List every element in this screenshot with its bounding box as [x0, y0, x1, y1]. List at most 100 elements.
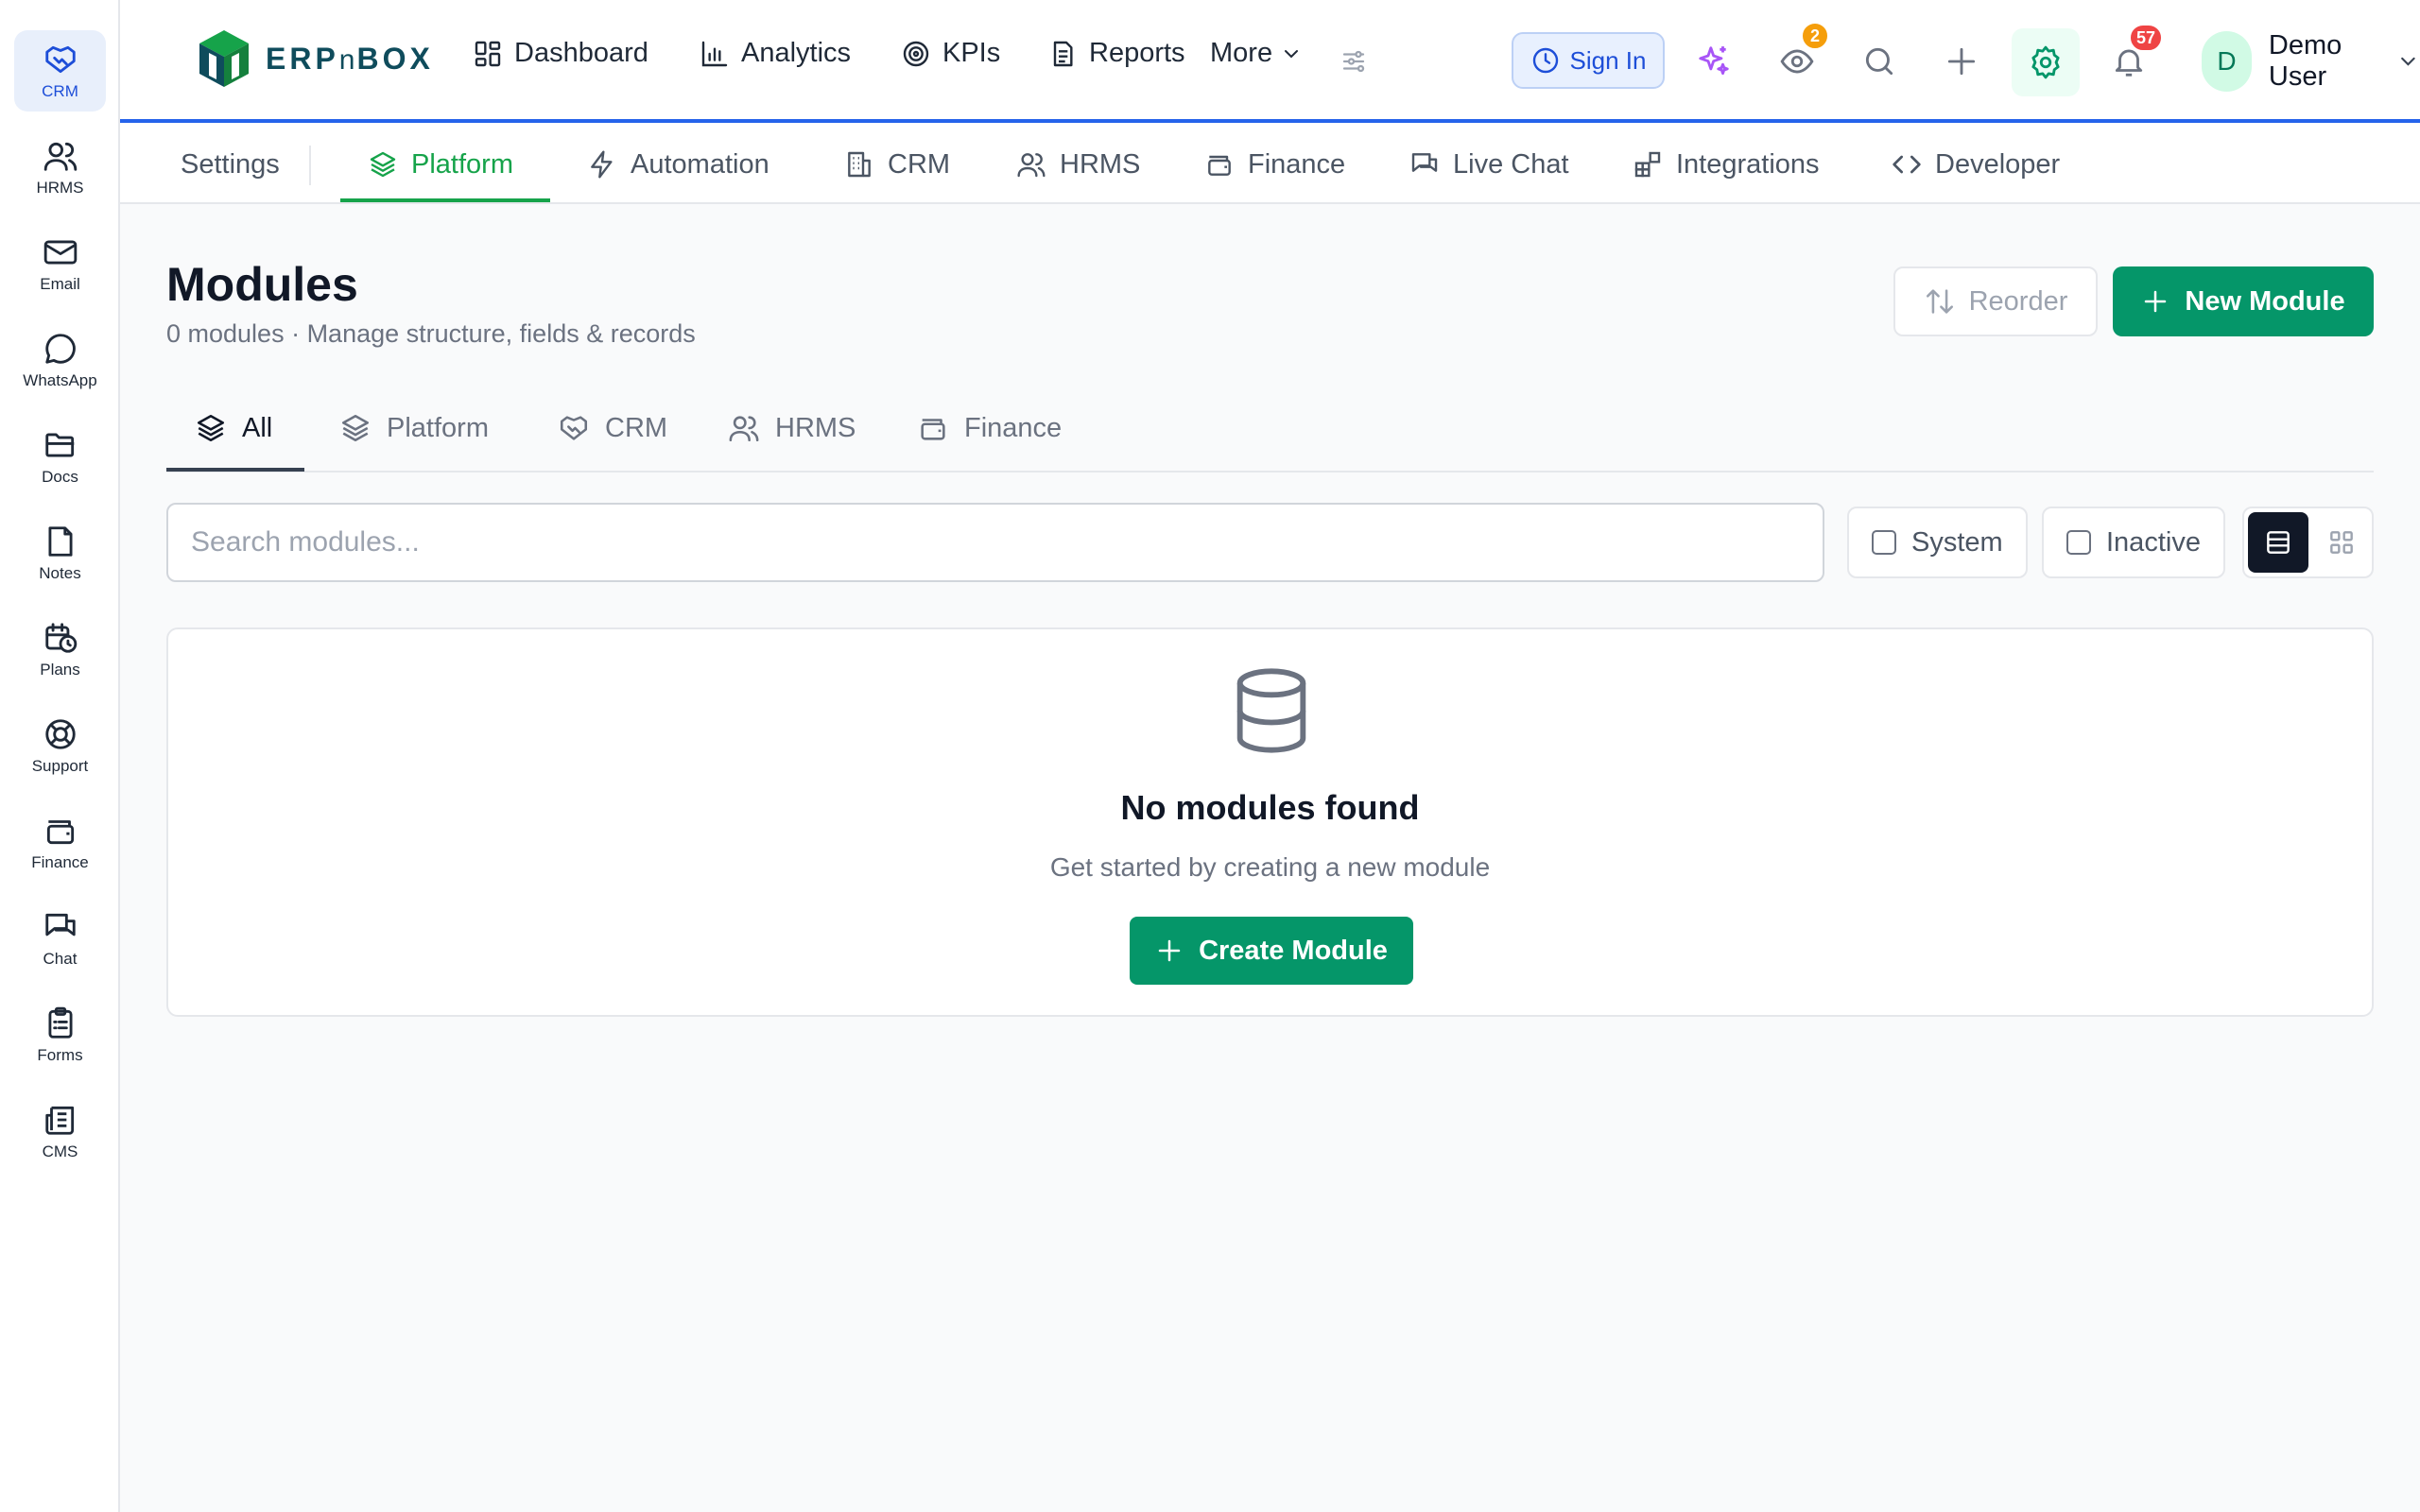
tab-settings-label: Settings — [181, 148, 280, 180]
newspaper-icon — [44, 1106, 74, 1135]
new-module-label: New Module — [2185, 285, 2345, 317]
tab-finance[interactable]: Finance — [1204, 146, 1345, 183]
rail-item-whatsapp[interactable]: WhatsApp — [14, 319, 106, 401]
wallet-icon — [46, 819, 74, 844]
watchers-button[interactable]: 2 — [1768, 21, 1830, 91]
plus-icon — [2145, 290, 2167, 313]
notification-count-badge: 57 — [2128, 23, 2165, 53]
nav-dashboard[interactable]: Dashboard — [473, 38, 648, 69]
lifebuoy-icon — [44, 718, 76, 749]
users-icon — [1017, 153, 1046, 178]
rail-label: HRMS — [36, 178, 84, 197]
nav-reports[interactable]: Reports — [1047, 38, 1185, 69]
category-tab-hrms[interactable]: HRMS — [728, 412, 856, 444]
customize-nav-button[interactable] — [1324, 32, 1383, 91]
layers-icon — [370, 151, 396, 178]
category-tab-all[interactable]: All — [195, 412, 272, 444]
tab-platform[interactable]: Platform — [368, 146, 513, 183]
view-mode-toggle — [2242, 507, 2374, 578]
list-view-button[interactable] — [2248, 512, 2308, 573]
category-tab-crm[interactable]: CRM — [558, 412, 667, 444]
rail-item-support[interactable]: Support — [14, 705, 106, 786]
mail-icon — [43, 239, 77, 265]
system-filter-checkbox[interactable]: System — [1847, 507, 2028, 578]
nav-analytics-label: Analytics — [741, 38, 852, 68]
grid-icon — [475, 41, 501, 66]
logo[interactable]: ERPnBOX — [196, 28, 434, 89]
notifications-button[interactable]: 57 — [2100, 23, 2165, 91]
database-icon — [1236, 668, 1306, 753]
lightning-icon — [591, 150, 613, 179]
tab-automation[interactable]: Automation — [587, 146, 769, 183]
rail-item-chat[interactable]: Chat — [14, 898, 106, 979]
page-title: Modules — [166, 258, 358, 311]
logo-mark-icon — [199, 30, 249, 87]
rail-item-plans[interactable]: Plans — [14, 609, 106, 690]
settings-tabs: Settings Platform Automation CRM HRMS Fi… — [120, 123, 2420, 204]
tab-developer[interactable]: Developer — [1892, 146, 2060, 183]
quick-add-button[interactable] — [1932, 32, 1991, 91]
chat-bubble-icon — [44, 333, 76, 364]
search-input[interactable] — [166, 503, 1824, 582]
rail-item-forms[interactable]: Forms — [14, 994, 106, 1075]
new-module-button[interactable]: New Module — [2113, 266, 2374, 336]
tab-hrms-label: HRMS — [1060, 148, 1141, 180]
category-tabs: All Platform CRM HRMS Finance — [166, 397, 2374, 472]
tab-crm-label: CRM — [888, 148, 951, 180]
category-tab-platform[interactable]: Platform — [339, 412, 489, 444]
users-icon — [729, 416, 759, 442]
category-tab-hrms-label: HRMS — [775, 412, 856, 443]
ai-assistant-button[interactable] — [1685, 32, 1743, 91]
note-icon — [47, 525, 73, 557]
rail-label: Notes — [39, 563, 81, 582]
calendar-clock-icon — [44, 622, 77, 653]
tab-settings[interactable]: Settings — [181, 146, 280, 183]
sign-in-button[interactable]: Sign In — [1512, 32, 1665, 89]
nav-dashboard-label: Dashboard — [514, 38, 648, 68]
plus-icon — [1947, 47, 1976, 76]
reorder-button[interactable]: Reorder — [1893, 266, 2098, 336]
settings-button[interactable] — [2012, 28, 2080, 96]
checkbox-box[interactable] — [1872, 530, 1896, 555]
grid-view-icon — [2330, 531, 2353, 554]
nav-analytics[interactable]: Analytics — [700, 38, 851, 69]
rail-item-email[interactable]: Email — [14, 223, 106, 304]
rail-label: WhatsApp — [23, 370, 97, 389]
rail-item-crm[interactable]: CRM — [14, 30, 106, 112]
category-tab-finance[interactable]: Finance — [917, 412, 1062, 444]
plus-icon — [1158, 939, 1181, 962]
nav-more[interactable]: More — [1210, 38, 1303, 69]
rail-item-finance[interactable]: Finance — [14, 801, 106, 883]
users-icon — [43, 142, 77, 171]
inactive-filter-checkbox[interactable]: Inactive — [2042, 507, 2225, 578]
active-tab-indicator — [340, 198, 550, 202]
sort-arrows-icon — [1926, 289, 1953, 314]
logo-text-erp: ERP — [266, 41, 339, 76]
user-menu[interactable]: D Demo User — [2202, 30, 2420, 93]
page-subtitle: 0 modules · Manage structure, fields & r… — [166, 319, 696, 348]
tab-integrations[interactable]: Integrations — [1633, 146, 1820, 183]
nav-kpis[interactable]: KPIs — [901, 38, 1000, 69]
create-module-button[interactable]: Create Module — [1130, 917, 1413, 985]
create-module-label: Create Module — [1199, 935, 1388, 966]
logo-text: ERPnBOX — [266, 42, 434, 77]
rail-item-docs[interactable]: Docs — [14, 416, 106, 497]
tab-live-chat[interactable]: Live Chat — [1409, 146, 1569, 183]
clock-icon — [1532, 47, 1558, 74]
watch-count-badge: 2 — [1800, 21, 1830, 51]
rail-item-hrms[interactable]: HRMS — [14, 127, 106, 208]
nav-reports-label: Reports — [1089, 38, 1185, 68]
search-button[interactable] — [1850, 32, 1909, 91]
rail-label: CRM — [42, 81, 78, 100]
clipboard-icon — [47, 1006, 73, 1039]
rail-item-notes[interactable]: Notes — [14, 512, 106, 593]
tab-hrms[interactable]: HRMS — [1016, 146, 1140, 183]
tab-crm[interactable]: CRM — [844, 146, 950, 183]
category-tab-all-label: All — [242, 412, 273, 443]
chevron-down-icon — [2401, 57, 2415, 66]
grid-view-button[interactable] — [2312, 512, 2371, 573]
tab-automation-label: Automation — [631, 148, 769, 180]
checkbox-box[interactable] — [2066, 530, 2091, 555]
messages-icon — [1411, 153, 1438, 172]
rail-item-cms[interactable]: CMS — [14, 1091, 106, 1172]
